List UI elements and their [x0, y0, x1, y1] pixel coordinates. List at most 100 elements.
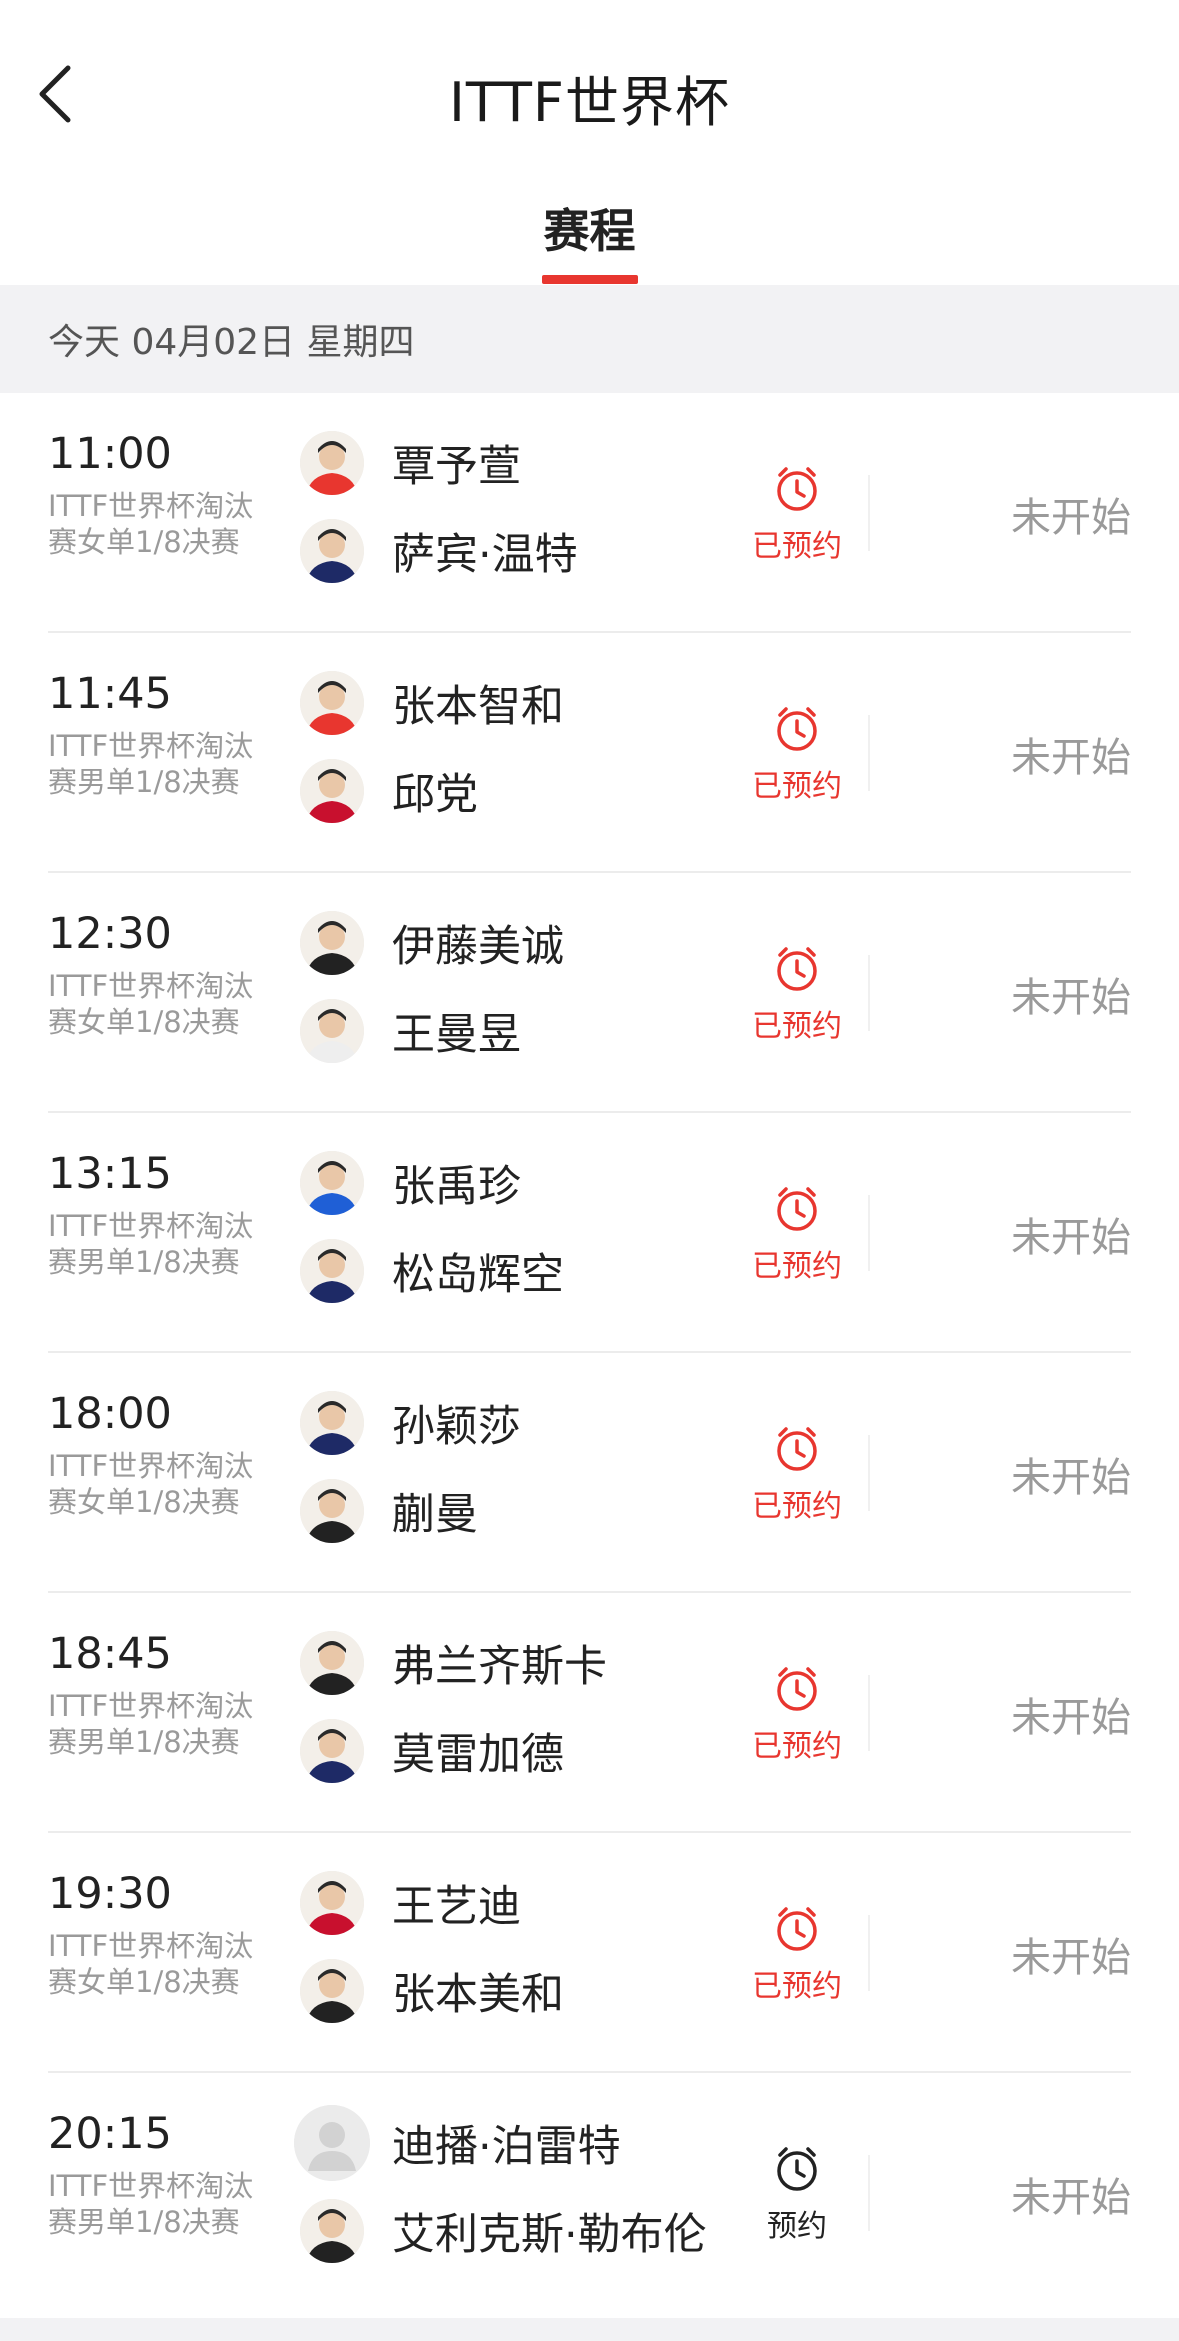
player-2: 邱党 [300, 751, 478, 831]
match-row[interactable]: 19:30 ITTF世界杯淘汰赛女单1/8决赛 王艺迪张本美和 已预约 未开始 [0, 1833, 1179, 2073]
player-1: 孙颖莎 [300, 1383, 521, 1463]
player-name: 迪播·泊雷特 [392, 2122, 621, 2172]
match-time: 18:45 [48, 1629, 172, 1679]
player-name: 张本美和 [392, 1970, 564, 2020]
match-description: ITTF世界杯淘汰赛男单1/8决赛 [48, 1209, 254, 1279]
player-2: 王曼昱 [300, 991, 521, 1071]
avatar [300, 519, 364, 583]
match-row[interactable]: 20:15 ITTF世界杯淘汰赛男单1/8决赛 迪播·泊雷特 艾利克斯·勒布伦 预约 未开… [0, 2073, 1179, 2313]
avatar [300, 911, 364, 975]
avatar [300, 2199, 364, 2263]
list-bottom-divider [0, 2318, 1179, 2341]
player-name: 艾利克斯·勒布伦 [392, 2210, 707, 2260]
reserve-button[interactable]: 已预约 [742, 463, 852, 565]
alarm-clock-icon [777, 947, 817, 991]
match-description: ITTF世界杯淘汰赛男单1/8决赛 [48, 729, 254, 799]
divider [868, 475, 870, 551]
avatar [300, 1391, 364, 1455]
player-name: 邱党 [392, 770, 478, 820]
reserve-button[interactable]: 已预约 [742, 943, 852, 1045]
match-time: 11:00 [48, 429, 172, 479]
match-time: 18:00 [48, 1389, 172, 1439]
player-1: 迪播·泊雷特 [294, 2103, 621, 2183]
match-row[interactable]: 11:45 ITTF世界杯淘汰赛男单1/8决赛 张本智和邱党 已预约 未开始 [0, 633, 1179, 873]
player-2: 莫雷加德 [300, 1711, 564, 1791]
match-status: 未开始 [1011, 975, 1131, 1021]
player-1: 覃予萱 [300, 423, 521, 503]
reserve-button[interactable]: 已预约 [742, 1183, 852, 1285]
player-2: 松岛辉空 [300, 1231, 564, 1311]
player-1: 王艺迪 [300, 1863, 521, 1943]
match-time: 19:30 [48, 1869, 172, 1919]
player-2: 张本美和 [300, 1951, 564, 2031]
match-time: 13:15 [48, 1149, 172, 1199]
match-row[interactable]: 13:15 ITTF世界杯淘汰赛男单1/8决赛 张禹珍松岛辉空 已预约 未开始 [0, 1113, 1179, 1353]
player-2: 蒯曼 [300, 1471, 478, 1551]
match-row[interactable]: 12:30 ITTF世界杯淘汰赛女单1/8决赛 伊藤美诚 王曼昱 已预约 未开始 [0, 873, 1179, 1113]
reserve-button[interactable]: 已预约 [742, 1903, 852, 2005]
date-text: 今天 04月02日 星期四 [48, 322, 415, 363]
avatar [300, 671, 364, 735]
reserve-button[interactable]: 已预约 [742, 1663, 852, 1765]
tab-schedule[interactable]: 赛程 [0, 195, 1179, 261]
match-time: 11:45 [48, 669, 172, 719]
player-name: 张本智和 [392, 682, 564, 732]
avatar [300, 1719, 364, 1783]
avatar [300, 759, 364, 823]
player-2: 萨宾·温特 [300, 511, 578, 591]
app-header: ITTF世界杯 [0, 0, 1179, 165]
player-name: 王曼昱 [392, 1010, 521, 1060]
match-status: 未开始 [1011, 495, 1131, 541]
tab-bar: 赛程 [0, 165, 1179, 285]
player-name: 伊藤美诚 [392, 922, 564, 972]
player-name: 弗兰齐斯卡 [392, 1642, 607, 1692]
match-status: 未开始 [1011, 1935, 1131, 1981]
player-name: 松岛辉空 [392, 1250, 564, 1300]
player-name: 覃予萱 [392, 442, 521, 492]
match-status: 未开始 [1011, 1215, 1131, 1261]
match-description: ITTF世界杯淘汰赛女单1/8决赛 [48, 1929, 254, 1999]
divider [868, 1435, 870, 1511]
avatar [300, 1871, 364, 1935]
reserve-button[interactable]: 已预约 [742, 1423, 852, 1525]
avatar [300, 1631, 364, 1695]
alarm-clock-icon [777, 1667, 817, 1711]
tab-active-indicator [542, 275, 638, 284]
match-description: ITTF世界杯淘汰赛男单1/8决赛 [48, 2169, 254, 2239]
player-name: 王艺迪 [392, 1882, 521, 1932]
alarm-clock-icon [777, 1187, 817, 1231]
divider [868, 955, 870, 1031]
reserve-label: 已预约 [752, 1729, 842, 1764]
player-name: 孙颖莎 [392, 1402, 521, 1452]
alarm-clock-icon [777, 1427, 817, 1471]
divider [868, 1675, 870, 1751]
divider [868, 1195, 870, 1271]
match-status: 未开始 [1011, 1455, 1131, 1501]
match-row[interactable]: 18:45 ITTF世界杯淘汰赛男单1/8决赛 弗兰齐斯卡莫雷加德 已预约 未开始 [0, 1593, 1179, 1833]
match-row[interactable]: 18:00 ITTF世界杯淘汰赛女单1/8决赛 孙颖莎 蒯曼 已预约 未开始 [0, 1353, 1179, 1593]
match-status: 未开始 [1011, 735, 1131, 781]
divider [868, 715, 870, 791]
reserve-button[interactable]: 预约 [742, 2143, 852, 2245]
match-row[interactable]: 11:00 ITTF世界杯淘汰赛女单1/8决赛 覃予萱 萨宾·温特 已预约 未开始 [0, 393, 1179, 633]
avatar-placeholder [294, 2105, 370, 2181]
match-description: ITTF世界杯淘汰赛男单1/8决赛 [48, 1689, 254, 1759]
match-status: 未开始 [1011, 1695, 1131, 1741]
page-title: ITTF世界杯 [448, 71, 730, 134]
player-name: 蒯曼 [392, 1490, 478, 1540]
match-description: ITTF世界杯淘汰赛女单1/8决赛 [48, 969, 254, 1039]
divider [868, 2155, 870, 2231]
reserve-button[interactable]: 已预约 [742, 703, 852, 805]
alarm-clock-icon [777, 707, 817, 751]
match-list: 11:00 ITTF世界杯淘汰赛女单1/8决赛 覃予萱 萨宾·温特 已预约 未开始 11:4… [0, 393, 1179, 2313]
avatar [300, 1239, 364, 1303]
reserve-label: 已预约 [752, 769, 842, 804]
avatar [300, 999, 364, 1063]
alarm-clock-icon [777, 467, 817, 511]
reserve-label: 已预约 [752, 529, 842, 564]
avatar [300, 1959, 364, 2023]
reserve-label: 已预约 [752, 1489, 842, 1524]
player-name: 张禹珍 [392, 1162, 521, 1212]
player-2: 艾利克斯·勒布伦 [300, 2191, 707, 2271]
alarm-clock-icon [777, 1907, 817, 1951]
